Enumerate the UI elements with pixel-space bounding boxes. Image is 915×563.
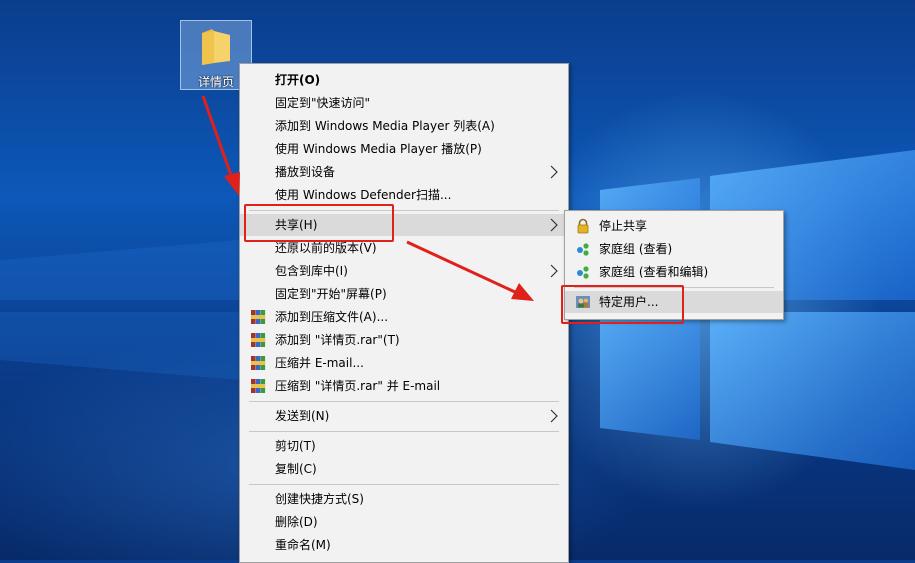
menu-item-create-shortcut[interactable]: 创建快捷方式(S) — [240, 488, 568, 510]
menu-item-label: 剪切(T) — [275, 439, 316, 453]
menu-item-compress-email[interactable]: 压缩并 E-mail... — [240, 352, 568, 374]
menu-item-label: 发送到(N) — [275, 409, 330, 423]
submenu-item-label: 停止共享 — [599, 219, 648, 233]
submenu-item-stop-sharing[interactable]: 停止共享 — [565, 215, 783, 237]
menu-item-rename[interactable]: 重命名(M) — [240, 534, 568, 556]
annotation-box-specific-people — [561, 285, 684, 324]
homegroup-icon — [577, 266, 589, 279]
annotation-box-share — [244, 204, 394, 242]
menu-item-include-library[interactable]: 包含到库中(I) — [240, 260, 568, 282]
submenu-item-homegroup-view[interactable]: 家庭组 (查看) — [565, 238, 783, 260]
menu-item-label: 创建快捷方式(S) — [275, 492, 364, 506]
menu-item-label: 添加到 "详情页.rar"(T) — [275, 333, 400, 347]
menu-item-label: 压缩并 E-mail... — [275, 356, 364, 370]
menu-item-send-to[interactable]: 发送到(N) — [240, 405, 568, 427]
menu-item-defender-scan[interactable]: 使用 Windows Defender扫描... — [240, 184, 568, 206]
menu-item-label: 固定到"快速访问" — [275, 96, 371, 110]
homegroup-icon — [577, 243, 589, 256]
chevron-right-icon — [550, 165, 558, 179]
menu-item-label: 播放到设备 — [275, 165, 336, 179]
menu-item-label: 删除(D) — [275, 515, 318, 529]
chevron-right-icon — [550, 264, 558, 278]
winrar-icon — [251, 333, 266, 347]
menu-separator — [249, 484, 559, 485]
menu-item-cut[interactable]: 剪切(T) — [240, 435, 568, 457]
menu-item-add-wmp-list[interactable]: 添加到 Windows Media Player 列表(A) — [240, 115, 568, 137]
menu-item-label: 添加到压缩文件(A)... — [275, 310, 389, 324]
menu-item-label: 打开(O) — [275, 73, 321, 87]
menu-item-compress-rar-email[interactable]: 压缩到 "详情页.rar" 并 E-mail — [240, 375, 568, 397]
menu-item-label: 使用 Windows Media Player 播放(P) — [275, 142, 482, 156]
winrar-icon — [251, 356, 266, 370]
menu-item-label: 使用 Windows Defender扫描... — [275, 188, 452, 202]
menu-separator — [249, 401, 559, 402]
menu-separator — [249, 431, 559, 432]
menu-item-label: 添加到 Windows Media Player 列表(A) — [275, 119, 495, 133]
menu-item-delete[interactable]: 删除(D) — [240, 511, 568, 533]
context-menu: 打开(O) 固定到"快速访问" 添加到 Windows Media Player… — [239, 63, 569, 563]
menu-item-pin-quick-access[interactable]: 固定到"快速访问" — [240, 92, 568, 114]
lock-icon — [577, 218, 589, 234]
chevron-right-icon — [550, 409, 558, 423]
menu-item-copy[interactable]: 复制(C) — [240, 458, 568, 480]
menu-item-pin-start[interactable]: 固定到"开始"屏幕(P) — [240, 283, 568, 305]
submenu-item-homegroup-edit[interactable]: 家庭组 (查看和编辑) — [565, 261, 783, 283]
menu-item-label: 包含到库中(I) — [275, 264, 348, 278]
menu-item-label: 复制(C) — [275, 462, 317, 476]
menu-item-label: 固定到"开始"屏幕(P) — [275, 287, 387, 301]
menu-item-cast-to-device[interactable]: 播放到设备 — [240, 161, 568, 183]
submenu-item-label: 家庭组 (查看) — [599, 242, 673, 256]
menu-item-add-to-rar[interactable]: 添加到 "详情页.rar"(T) — [240, 329, 568, 351]
submenu-item-label: 家庭组 (查看和编辑) — [599, 265, 709, 279]
chevron-right-icon — [550, 218, 558, 232]
winrar-icon — [251, 310, 266, 324]
menu-item-add-archive[interactable]: 添加到压缩文件(A)... — [240, 306, 568, 328]
folder-icon — [202, 29, 230, 65]
menu-item-label: 重命名(M) — [275, 538, 331, 552]
menu-item-label: 压缩到 "详情页.rar" 并 E-mail — [275, 379, 441, 393]
winrar-icon — [251, 379, 266, 393]
menu-item-play-wmp[interactable]: 使用 Windows Media Player 播放(P) — [240, 138, 568, 160]
menu-item-open[interactable]: 打开(O) — [240, 69, 568, 91]
